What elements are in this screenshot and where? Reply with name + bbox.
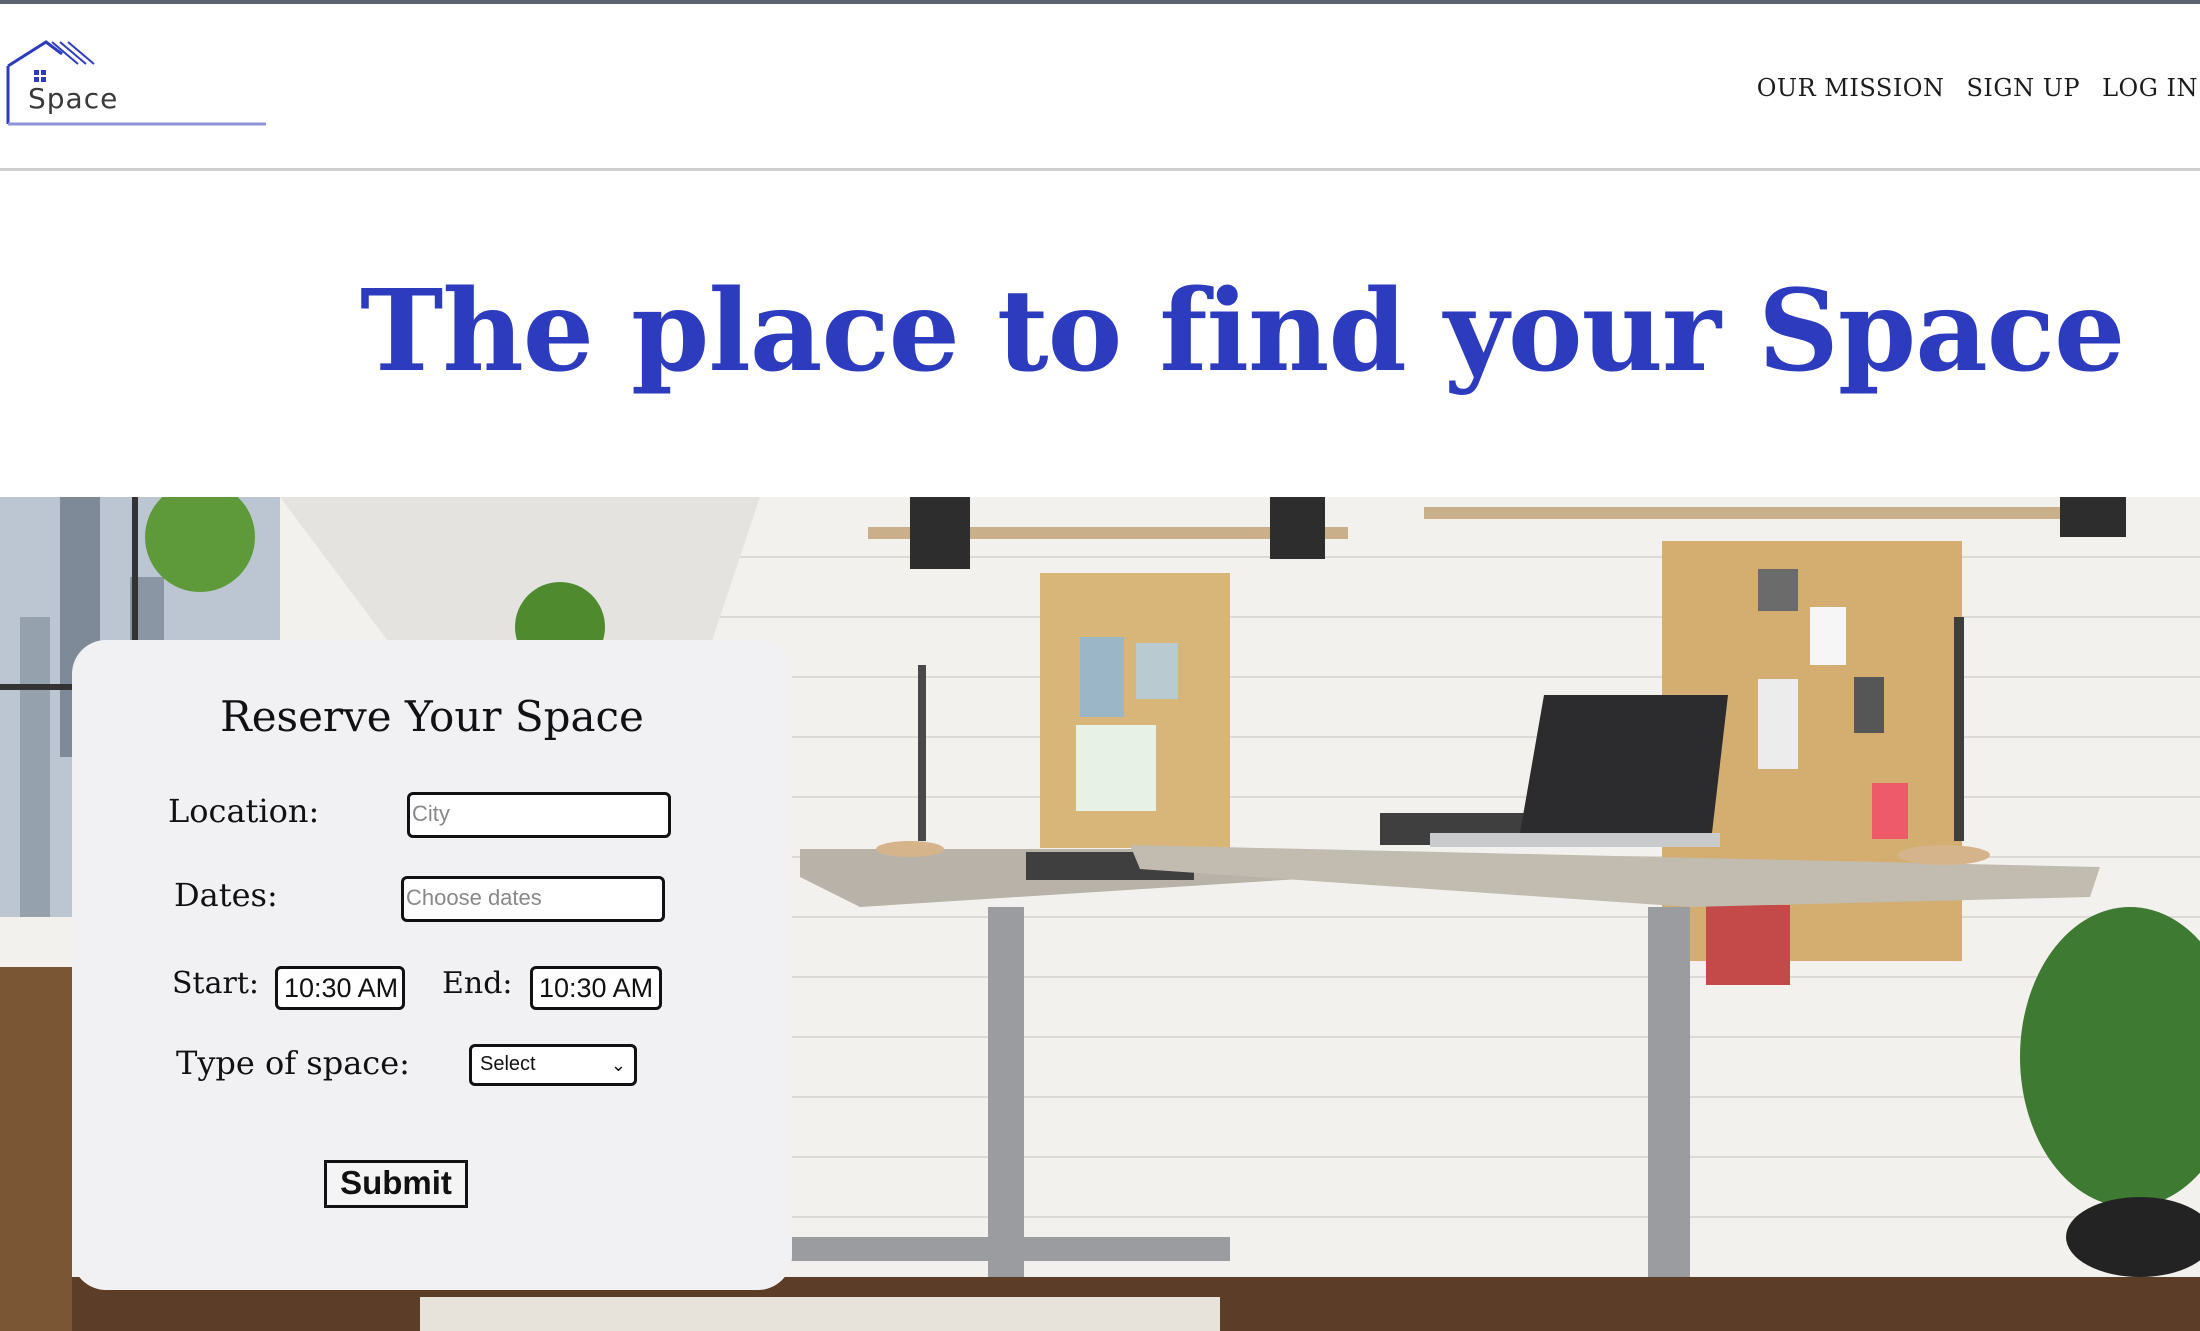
chevron-down-icon: ⌄ — [610, 1055, 626, 1075]
logo-text: Space — [28, 82, 119, 115]
dates-label: Dates: — [174, 876, 278, 914]
location-label: Location: — [168, 792, 320, 830]
end-label: End: — [442, 966, 513, 1001]
nav-our-mission[interactable]: OUR MISSION — [1757, 74, 1945, 102]
space-type-selected: Select — [480, 1053, 536, 1075]
hero-title: The place to find your Space — [360, 266, 2125, 397]
nav-sign-up[interactable]: SIGN UP — [1966, 74, 2080, 102]
site-header: Space OUR MISSION SIGN UP LOG IN — [0, 4, 2200, 169]
form-title: Reserve Your Space — [220, 692, 644, 741]
site-logo[interactable]: Space — [0, 40, 270, 130]
space-type-select[interactable]: Select ⌄ — [469, 1044, 637, 1086]
header-divider — [0, 168, 2200, 171]
main-nav: OUR MISSION SIGN UP LOG IN — [1757, 74, 2198, 102]
dates-input[interactable]: Choose dates — [401, 876, 665, 922]
start-time-input[interactable]: 10:30 AM — [275, 966, 405, 1010]
submit-button[interactable]: Submit — [324, 1160, 468, 1208]
nav-log-in[interactable]: LOG IN — [2102, 74, 2198, 102]
end-time-input[interactable]: 10:30 AM — [530, 966, 662, 1010]
start-label: Start: — [172, 966, 259, 1001]
location-input[interactable]: City — [407, 792, 671, 838]
reserve-form: Reserve Your Space Location: City Dates:… — [72, 640, 792, 1290]
space-type-label: Type of space: — [176, 1044, 410, 1082]
